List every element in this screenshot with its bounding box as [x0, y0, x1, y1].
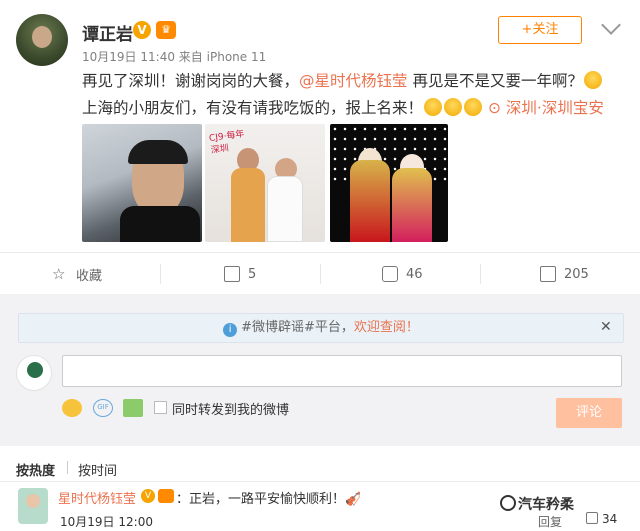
post-time[interactable]: 11:40 — [140, 50, 175, 64]
commenter-name[interactable]: 星时代杨钰莹 — [58, 488, 136, 507]
verified-badge-icon: V — [141, 489, 155, 503]
comment-clock: 12:00 — [118, 515, 153, 529]
comment-time: 10月19日 12:00 — [60, 513, 153, 530]
follow-button[interactable]: +关注 — [498, 16, 582, 44]
like-count: 205 — [564, 266, 589, 282]
thinking-emoji-icon — [583, 71, 602, 89]
divider — [480, 264, 481, 284]
like-button[interactable]: 205 — [540, 262, 589, 286]
repost-icon — [224, 266, 240, 282]
close-icon[interactable]: ✕ — [600, 319, 612, 335]
post-text-part2: 再见是不是又要一年啊？ — [407, 72, 583, 90]
watermark: 汽车矜柔 — [518, 497, 574, 513]
repost-button[interactable]: 5 — [224, 262, 256, 286]
post-image-3[interactable] — [330, 124, 448, 242]
wechat-logo-icon — [500, 495, 516, 511]
post-meta: 10月19日 11:40 来自 iPhone 11 — [82, 48, 266, 65]
comment-like-button[interactable]: 34 — [586, 512, 617, 526]
also-repost-checkbox[interactable] — [154, 401, 167, 414]
verified-badge-icon: V — [133, 21, 151, 39]
post-date[interactable]: 10月19日 — [82, 50, 137, 64]
favorite-button[interactable]: ☆ 收藏 — [52, 262, 102, 286]
post-source[interactable]: iPhone 11 — [207, 50, 267, 64]
grin-emoji-icon — [444, 98, 463, 116]
emoji-icon[interactable] — [62, 399, 82, 417]
divider — [0, 252, 640, 253]
submit-comment-button[interactable]: 评论 — [556, 398, 622, 428]
my-avatar[interactable] — [16, 355, 52, 391]
author-avatar[interactable] — [16, 14, 68, 66]
post-text-part1: 再见了深圳！谢谢岗岗的大餐， — [82, 72, 300, 90]
also-repost-label: 同时转发到我的微博 — [172, 403, 290, 418]
grin-emoji-icon — [464, 98, 483, 116]
location-pin-icon: ⊙ — [487, 99, 501, 117]
commenter-avatar[interactable] — [18, 488, 48, 524]
vip-crown-icon: ♛ — [156, 21, 176, 39]
mention-link[interactable]: @星时代杨钰莹 — [299, 72, 408, 90]
post-image-1[interactable] — [82, 124, 202, 242]
rumor-notice[interactable]: i #微博辟谣#平台，欢迎查阅！ — [18, 313, 624, 343]
divider — [160, 264, 161, 284]
chevron-down-icon[interactable] — [601, 15, 621, 35]
comment-icon — [382, 266, 398, 282]
source-prefix: 来自 — [178, 50, 203, 64]
favorite-label: 收藏 — [76, 268, 103, 284]
comment-text: ：正岩，一路平安愉快顺利！🎻 — [176, 492, 362, 507]
comment-like-count: 34 — [602, 512, 618, 526]
vip-crown-icon — [158, 489, 174, 503]
comment-input[interactable] — [62, 355, 622, 387]
divider — [67, 461, 68, 474]
comment-date: 10月19日 — [60, 515, 115, 529]
post-image-2[interactable]: CJ9·每年 深圳 — [205, 124, 325, 242]
comment-count: 46 — [406, 266, 423, 282]
post-text-part3: 上海的小朋友们，有没有请我吃饭的，报上名来！ — [82, 99, 424, 117]
divider — [320, 264, 321, 284]
reply-button[interactable]: 回复 — [538, 513, 562, 530]
sort-by-time-tab[interactable]: 按时间 — [78, 460, 117, 479]
grin-emoji-icon — [424, 98, 443, 116]
thumbs-up-icon — [586, 512, 598, 524]
info-icon: i — [223, 323, 238, 337]
sort-by-hot-tab[interactable]: 按热度 — [16, 460, 55, 479]
repost-count: 5 — [248, 266, 257, 282]
star-icon: ☆ — [52, 265, 66, 283]
gif-icon[interactable]: GIF — [93, 399, 113, 417]
author-name[interactable]: 谭正岩 — [82, 20, 133, 45]
notice-link[interactable]: 欢迎查阅！ — [354, 320, 419, 335]
image-icon[interactable] — [123, 399, 143, 417]
comment-button[interactable]: 46 — [382, 262, 423, 286]
notice-text: #微博辟谣#平台， — [241, 320, 354, 335]
thumbs-up-icon — [540, 266, 556, 282]
